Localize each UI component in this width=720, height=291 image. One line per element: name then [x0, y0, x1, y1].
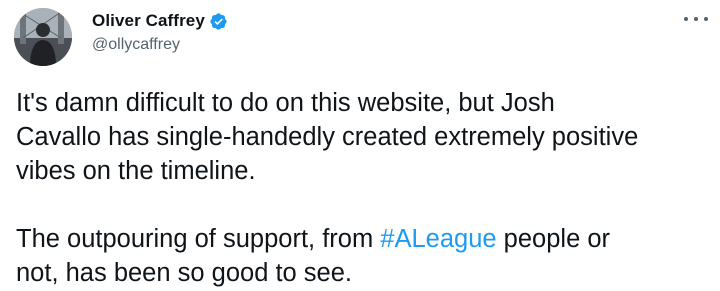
tweet-header: Oliver Caffrey @ollycaffrey [92, 10, 228, 54]
more-dot [694, 17, 698, 21]
tweet-line: It's damn difficult to do on this websit… [16, 89, 555, 117]
more-dot [704, 17, 708, 21]
author-handle[interactable]: @ollycaffrey [92, 36, 228, 54]
more-options-icon[interactable] [684, 14, 708, 24]
hashtag-link[interactable]: #ALeague [380, 225, 496, 253]
tweet-text-segment: The outpouring of support, from [16, 225, 381, 253]
tweet-line: Cavallo has single-handedly created extr… [16, 123, 639, 151]
tweet-text: It's damn difficult to do on this websit… [16, 86, 716, 290]
tweet-paragraph-2: The outpouring of support, from #ALeague… [16, 222, 716, 290]
tweet-paragraph-1: It's damn difficult to do on this websit… [16, 86, 716, 188]
more-dot [684, 17, 688, 21]
tweet-line: vibes on the timeline. [16, 157, 256, 185]
tweet-line: not, has been so good to see. [16, 259, 353, 287]
author-display-name[interactable]: Oliver Caffrey [92, 11, 205, 31]
tweet-text-segment: people or [496, 225, 611, 253]
name-row: Oliver Caffrey [92, 10, 228, 32]
tweet-card: Oliver Caffrey @ollycaffrey It's damn di… [0, 0, 720, 291]
verified-badge-icon [209, 12, 228, 31]
profile-photo-icon [14, 8, 72, 66]
avatar[interactable] [14, 8, 72, 66]
